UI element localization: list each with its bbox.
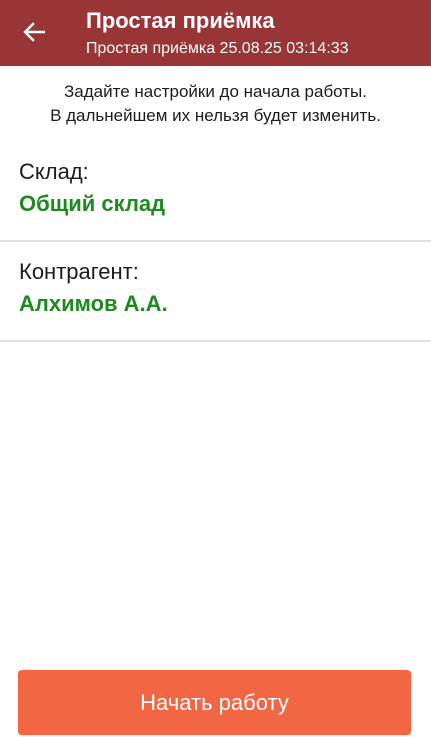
notice-line-2: В дальнейшем их нельзя будет изменить.	[50, 106, 381, 125]
page-subtitle: Простая приёмка 25.08.25 03:14:33	[86, 40, 349, 57]
app-bar: Простая приёмка Простая приёмка 25.08.25…	[0, 0, 431, 66]
counterparty-value: Алхимов А.А.	[19, 291, 168, 316]
warehouse-value: Общий склад	[19, 191, 166, 216]
start-work-button[interactable]: Начать работу	[18, 670, 411, 735]
page-title: Простая приёмка	[86, 8, 275, 33]
counterparty-field[interactable]: Контрагент: Алхимов А.А.	[0, 242, 431, 342]
settings-notice: Задайте настройки до начала работы. В да…	[0, 80, 431, 128]
warehouse-field[interactable]: Склад: Общий склад	[0, 142, 431, 242]
arrow-left-icon	[23, 22, 45, 42]
counterparty-label: Контрагент:	[19, 259, 139, 284]
warehouse-label: Склад:	[19, 159, 89, 184]
notice-line-1: Задайте настройки до начала работы.	[64, 82, 367, 101]
back-button[interactable]	[14, 14, 54, 50]
